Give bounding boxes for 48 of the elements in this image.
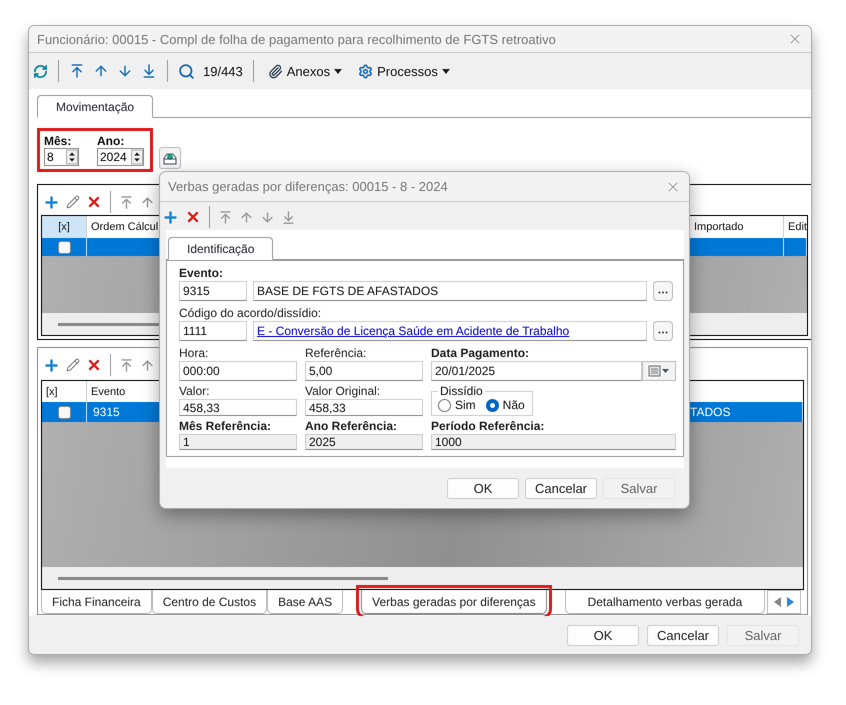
tab[interactable]: Centro de Custos [152,590,268,614]
dialog-button[interactable]: OK [447,478,519,498]
radio-label: Não [502,398,525,412]
column-header[interactable]: [x] [42,216,87,238]
table-cell: TADOS [690,405,730,419]
tab[interactable]: Ficha Financeira [41,590,152,614]
window-title: Funcionário: 00015 - Compl de folha de pagamento para recolhimento de FGTS retroativo [37,32,556,46]
field-label: Período Referência: [431,419,546,433]
menu-button[interactable]: Anexos [264,64,346,78]
radio-option[interactable]: Sim [438,398,476,412]
tab[interactable]: Detalhamento verbas gerada [564,590,766,614]
tab[interactable]: Movimentação [37,95,154,118]
input-field[interactable]: 458,33 [305,399,423,416]
field-label: Código do acordo/dissídio: [179,306,322,320]
tab[interactable]: Identificação [168,237,274,260]
tab[interactable]: Base AAS [267,590,344,614]
input-field[interactable]: 1 [179,434,297,450]
code-field[interactable]: 1111 [179,321,247,341]
menu-button[interactable]: Processos [354,64,454,78]
radio-option[interactable]: Não [486,398,525,412]
code-field[interactable]: 9315 [179,281,247,301]
dialog-button[interactable]: Cancelar [525,478,597,498]
dialog-button[interactable]: Cancelar [647,624,719,646]
input-field[interactable]: 2025 [305,434,423,450]
date-field[interactable]: 20/01/2025 [431,361,642,381]
dialog-title: Verbas geradas por diferenças: 00015 - 8 - 2024 [168,179,448,194]
input-field[interactable]: 5,00 [305,361,423,381]
field-label: Mês Referência: [179,419,272,433]
year-label: Ano: [97,134,126,148]
month-label: Mês: [44,134,72,148]
description-link[interactable]: E - Conversão de Licença Saúde em Acidente de Trabalho [257,324,570,338]
radio-label: Sim [455,398,476,412]
field-label: Evento: [179,266,224,280]
input-field[interactable]: 1000 [431,434,676,450]
field-label: Valor Original: [305,384,382,398]
field-label: Data Pagamento: [431,346,530,360]
input-field[interactable]: 458,33 [179,399,297,416]
column-header[interactable]: Edit [784,216,807,238]
description-field: BASE DE FGTS DE AFASTADOS [253,281,647,301]
field-label: Hora: [179,346,210,360]
field-label: Ano Referência: [305,419,398,433]
table-cell: 9315 [93,405,120,419]
record-counter: 19/443 [203,64,243,78]
field-label: Referência: [305,346,368,360]
group-label: Dissídio [439,384,484,398]
input-field[interactable]: 000:00 [179,361,297,381]
dialog-button[interactable]: OK [567,624,639,646]
field-label: Valor: [179,384,210,398]
